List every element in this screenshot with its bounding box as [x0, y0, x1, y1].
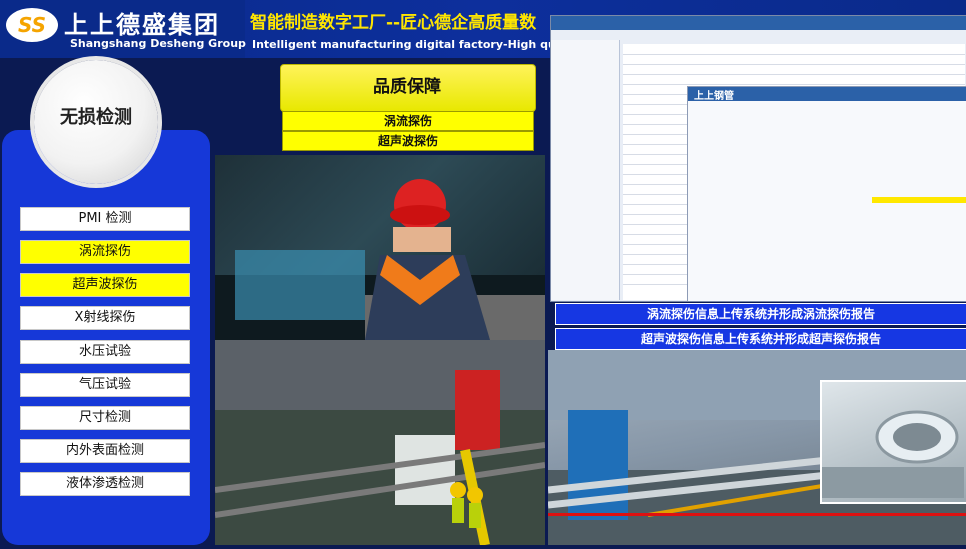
- menu-item-pmi[interactable]: PMI 检测: [20, 207, 190, 231]
- pipe-closeup-photo: [820, 380, 966, 504]
- app-menubar: [551, 16, 966, 30]
- app-inner-logo: 上上钢管: [694, 91, 734, 102]
- menu-item-eddy-current[interactable]: 涡流探伤: [20, 240, 190, 264]
- app-inner-window: 上上钢管: [687, 86, 966, 301]
- app-sidebar: [551, 40, 620, 300]
- ultrasonic-report-bar: 超声波探伤信息上传系统并形成超声探伤报告: [555, 328, 966, 350]
- menu-item-pneumatic[interactable]: 气压试验: [20, 373, 190, 397]
- quality-banner-title: 品质保障: [373, 77, 441, 97]
- menu-item-penetrant[interactable]: 液体渗透检测: [20, 472, 190, 496]
- menu-item-surface[interactable]: 内外表面检测: [20, 439, 190, 463]
- production-line-photo: [215, 340, 545, 545]
- page-title-en: Intelligent manufacturing digital factor…: [252, 38, 550, 51]
- company-logo-icon: SS: [6, 8, 58, 42]
- menu-item-ultrasonic[interactable]: 超声波探伤: [20, 273, 190, 297]
- company-name-cn: 上上德盛集团: [64, 11, 220, 39]
- software-screenshot: 上上钢管: [550, 15, 966, 302]
- menu-item-dimension[interactable]: 尺寸检测: [20, 406, 190, 430]
- quality-sub-ultrasonic: 超声波探伤: [282, 131, 534, 151]
- menu-item-hydrostatic[interactable]: 水压试验: [20, 340, 190, 364]
- menu-item-xray[interactable]: X射线探伤: [20, 306, 190, 330]
- eddy-report-bar: 涡流探伤信息上传系统并形成涡流探伤报告: [555, 303, 966, 325]
- company-name-en: Shangshang Desheng Group: [70, 37, 246, 50]
- quality-sub-eddy: 涡流探伤: [282, 111, 534, 131]
- category-label: 无损检测: [60, 107, 132, 128]
- app-inner-highlight-row: [872, 197, 966, 203]
- floor-marking: [548, 513, 966, 516]
- page-title-cn: 智能制造数字工厂--匠心德企高质量数: [250, 13, 537, 33]
- operator-photo: [215, 155, 545, 340]
